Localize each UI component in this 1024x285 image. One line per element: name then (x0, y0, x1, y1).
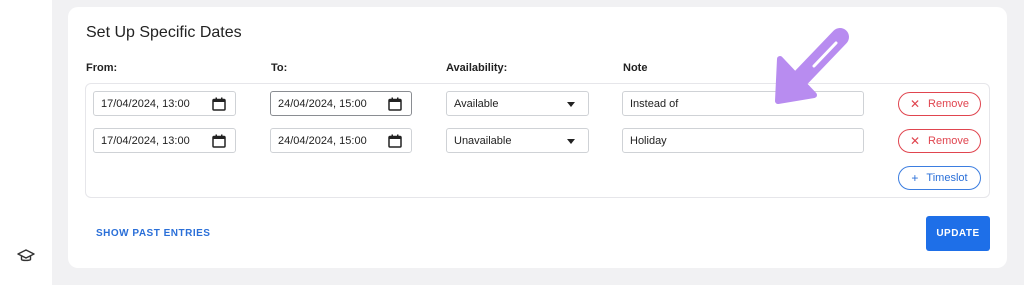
note-value: Holiday (630, 134, 667, 147)
chevron-down-icon (567, 102, 575, 107)
close-icon: ✕ (909, 97, 921, 111)
calendar-icon[interactable] (212, 97, 226, 111)
plus-icon: + (911, 171, 919, 185)
availability-select[interactable]: Unavailable (446, 128, 589, 153)
note-value: Instead of (630, 97, 679, 110)
update-button[interactable]: UPDATE (926, 216, 990, 251)
add-timeslot-button[interactable]: + Timeslot (898, 166, 981, 190)
add-timeslot-label: Timeslot (926, 172, 968, 184)
availability-value: Available (454, 97, 499, 110)
remove-label: Remove (928, 98, 970, 110)
to-datetime-input[interactable]: 24/04/2024, 15:00 (270, 128, 412, 153)
calendar-icon[interactable] (212, 134, 226, 148)
specific-dates-card: Set Up Specific Dates From: To: Availabi… (68, 7, 1007, 268)
calendar-icon[interactable] (388, 134, 402, 148)
graduation-cap-icon[interactable] (17, 248, 35, 264)
to-datetime-input[interactable]: 24/04/2024, 15:00 (270, 91, 412, 116)
note-input[interactable]: Holiday (622, 128, 864, 153)
availability-select[interactable]: Available (446, 91, 589, 116)
from-datetime-value: 17/04/2024, 13:00 (101, 134, 190, 147)
section-title: Set Up Specific Dates (86, 24, 242, 41)
remove-label: Remove (928, 135, 970, 147)
from-column-label: From: (86, 62, 118, 74)
close-icon: ✕ (909, 134, 921, 148)
arrow-annotation-icon (775, 28, 849, 104)
show-past-entries-button[interactable]: SHOW PAST ENTRIES (96, 228, 210, 239)
note-column-label: Note (623, 62, 648, 74)
calendar-icon[interactable] (388, 97, 402, 111)
left-rail (0, 0, 52, 285)
remove-slot-button[interactable]: ✕ Remove (898, 129, 981, 153)
availability-value: Unavailable (454, 134, 512, 147)
availability-column-label: Availability: (446, 62, 508, 74)
to-datetime-value: 24/04/2024, 15:00 (278, 134, 367, 147)
chevron-down-icon (567, 139, 575, 144)
from-datetime-input[interactable]: 17/04/2024, 13:00 (93, 128, 236, 153)
to-column-label: To: (271, 62, 288, 74)
from-datetime-input[interactable]: 17/04/2024, 13:00 (93, 91, 236, 116)
from-datetime-value: 17/04/2024, 13:00 (101, 97, 190, 110)
remove-slot-button[interactable]: ✕ Remove (898, 92, 981, 116)
to-datetime-value: 24/04/2024, 15:00 (278, 97, 367, 110)
